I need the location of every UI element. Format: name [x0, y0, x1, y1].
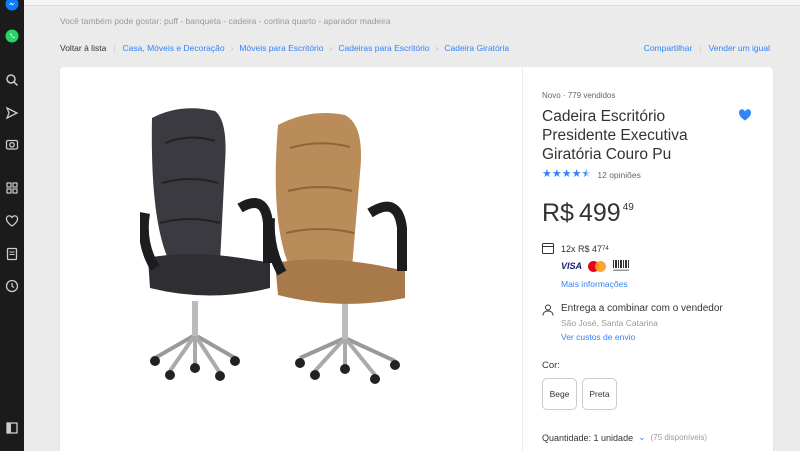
breadcrumb-item[interactable]: Cadeiras para Escritório: [338, 43, 429, 53]
price-cents: 49: [622, 202, 634, 213]
camera-icon[interactable]: [4, 136, 20, 152]
product-title: Cadeira Escritório Presidente Executiva …: [542, 108, 688, 163]
price: R$ 499 49: [542, 199, 634, 228]
shipping-text: Entrega a combinar com o vendedor: [561, 303, 723, 314]
available-count: (75 disponíveis): [650, 433, 708, 442]
price-integer: 499: [578, 199, 621, 227]
breadcrumb-item[interactable]: Móveis para Escritório: [239, 43, 323, 53]
suggestions-text[interactable]: Você também pode gostar: puff - banqueta…: [60, 16, 391, 26]
notes-icon[interactable]: [4, 246, 20, 262]
condition-sold: Novo · 779 vendidos: [542, 91, 616, 100]
boleto-icon: [613, 260, 630, 271]
star-icon: ★: [561, 168, 572, 180]
chevron-right-icon: ›: [230, 43, 234, 53]
person-icon: [542, 304, 554, 316]
star-icon: ★: [571, 168, 582, 180]
color-label: Cor:: [542, 360, 560, 371]
product-info: Novo · 779 vendidos Cadeira Escritório P…: [542, 67, 762, 451]
product-image: [140, 108, 407, 384]
rating-stars[interactable]: ★ ★ ★ ★ ★ 12 opiniões: [542, 169, 641, 180]
heart-icon[interactable]: [4, 213, 20, 229]
payment-methods: VISA: [561, 260, 630, 272]
browser-window: Você também pode gostar: puff - banqueta…: [0, 0, 800, 451]
breadcrumb-item[interactable]: Cadeira Giratória: [444, 43, 509, 53]
mastercard-icon: [588, 260, 607, 272]
history-icon[interactable]: [4, 278, 20, 294]
page-actions: Compartilhar | Vender um igual: [644, 43, 770, 53]
share-link[interactable]: Compartilhar: [644, 43, 693, 53]
chevron-down-icon[interactable]: ⌄: [638, 432, 646, 443]
seller-location: São José, Santa Catarina: [561, 318, 658, 328]
product-page: Você também pode gostar: puff - banqueta…: [24, 0, 800, 451]
shipping: Entrega a combinar com o vendedor: [542, 303, 723, 316]
black-chair: [140, 108, 273, 381]
messenger-icon[interactable]: [4, 0, 20, 12]
color-option-preta[interactable]: Preta: [582, 378, 617, 410]
breadcrumb-item[interactable]: Casa, Móveis e Decoração: [123, 43, 225, 53]
color-option-bege[interactable]: Bege: [542, 378, 577, 410]
product-card: Novo · 779 vendidos Cadeira Escritório P…: [60, 67, 773, 451]
credit-card-icon: [542, 243, 554, 254]
send-icon[interactable]: [4, 105, 20, 121]
breadcrumb: Voltar à lista | Casa, Móveis e Decoraçã…: [60, 43, 509, 53]
favorite-heart-icon[interactable]: [738, 108, 752, 122]
installments-cents: 74: [602, 245, 609, 252]
whatsapp-icon[interactable]: [4, 28, 20, 44]
back-to-list-link[interactable]: Voltar à lista: [60, 43, 106, 53]
sidebar-toggle-icon[interactable]: [4, 420, 20, 436]
sell-similar-link[interactable]: Vender um igual: [709, 43, 770, 53]
tan-chair: [264, 112, 407, 384]
search-icon[interactable]: [4, 72, 20, 88]
quantity-selector[interactable]: Quantidade: 1 unidade ⌄ (75 disponíveis): [542, 432, 707, 443]
price-currency: R$: [542, 199, 574, 227]
apps-icon[interactable]: [4, 180, 20, 196]
chevron-right-icon: ›: [435, 43, 439, 53]
chevron-right-icon: ›: [329, 43, 333, 53]
half-star-icon: ★: [581, 168, 592, 180]
shipping-cost-link[interactable]: Ver custos de envio: [561, 332, 635, 342]
reviews-count[interactable]: 12 opiniões: [597, 170, 640, 180]
more-info-link[interactable]: Mais informações: [561, 279, 628, 289]
star-icon: ★: [551, 168, 562, 180]
product-gallery[interactable]: [60, 67, 523, 451]
visa-logo: VISA: [561, 261, 583, 271]
installments-text: 12x R$ 47: [561, 243, 603, 254]
installments: 12x R$ 47 74: [542, 243, 609, 254]
left-app-bar: [0, 0, 24, 451]
top-divider: [24, 0, 800, 6]
color-options: Bege Preta: [542, 378, 617, 410]
actions-divider: |: [699, 43, 702, 53]
breadcrumb-divider: |: [113, 43, 116, 53]
quantity-text[interactable]: Quantidade: 1 unidade: [542, 433, 633, 443]
star-icon: ★: [542, 168, 552, 180]
